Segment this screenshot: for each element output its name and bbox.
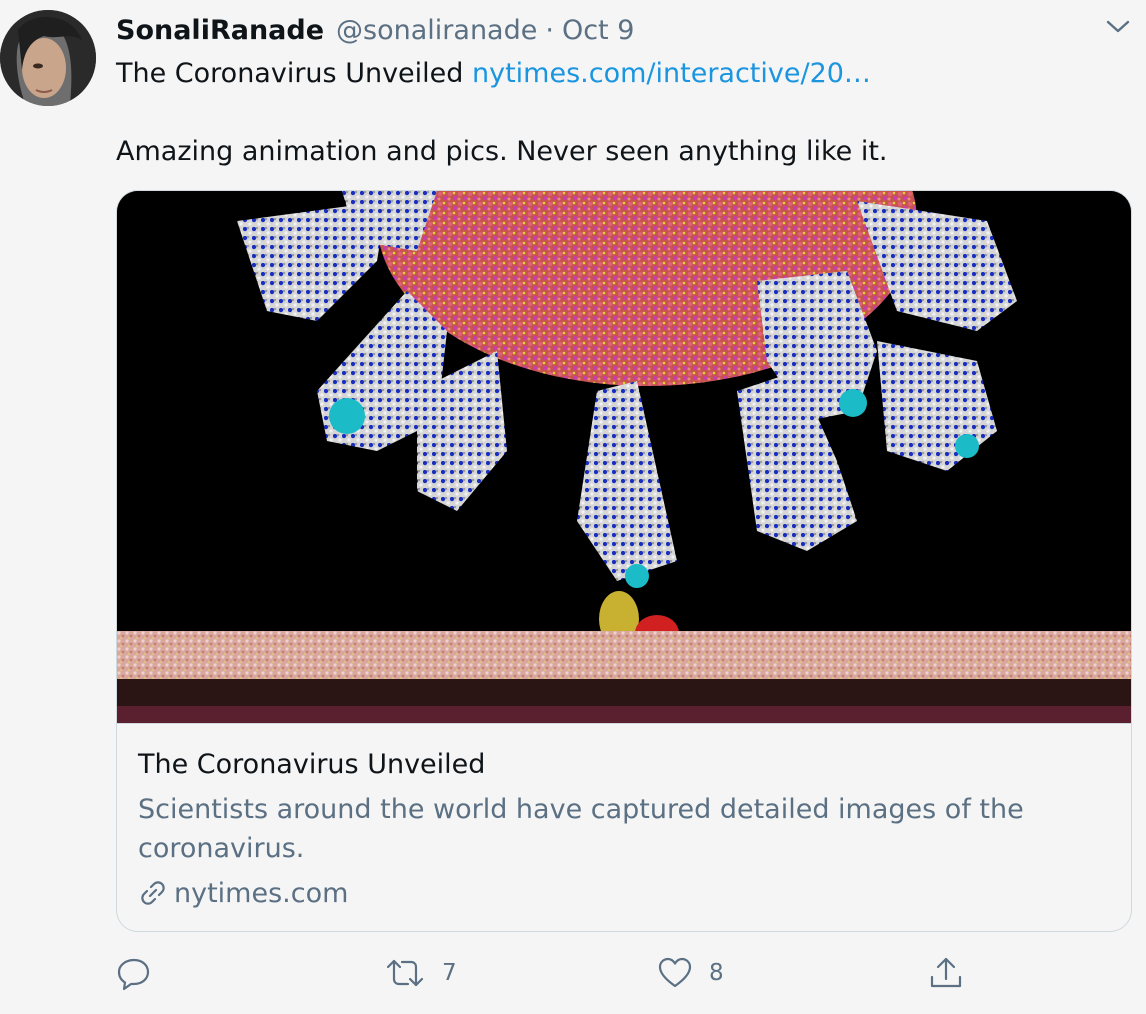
separator-dot: · [545, 15, 554, 46]
share-button[interactable] [928, 950, 964, 996]
avatar-image [0, 10, 96, 106]
reply-icon [117, 958, 150, 991]
share-icon [930, 957, 962, 988]
chevron-down-icon [1106, 20, 1130, 33]
retweet-button[interactable]: 7 [384, 950, 457, 996]
user-handle[interactable]: @sonaliranade [336, 14, 537, 48]
more-options-button[interactable] [1102, 14, 1134, 40]
card-domain: nytimes.com [138, 874, 348, 912]
tweet[interactable]: SonaliRanade @sonaliranade · Oct 9 The C… [0, 0, 1146, 1014]
tweet-header: SonaliRanade @sonaliranade · Oct 9 [116, 14, 634, 48]
like-button[interactable]: 8 [657, 950, 724, 996]
card-domain-text: nytimes.com [174, 877, 349, 909]
like-count: 8 [709, 960, 724, 986]
link-card[interactable]: The Coronavirus Unveiled Scientists arou… [116, 190, 1132, 932]
link-icon [138, 878, 168, 908]
coronavirus-illustration [117, 191, 1131, 723]
tweet-actions: 7 8 [0, 950, 1146, 996]
card-body[interactable]: The Coronavirus Unveiled Scientists arou… [117, 723, 1131, 931]
avatar[interactable] [0, 10, 96, 106]
tweet-date[interactable]: Oct 9 [562, 14, 634, 48]
card-image[interactable] [117, 191, 1131, 723]
card-description: Scientists around the world have capture… [138, 794, 1024, 864]
heart-icon [658, 957, 692, 988]
card-title: The Coronavirus Unveiled [138, 749, 486, 780]
retweet-icon [386, 959, 424, 987]
tweet-link[interactable]: nytimes.com/interactive/20… [472, 58, 871, 89]
reply-button[interactable] [116, 950, 152, 996]
tweet-text-prefix: The Coronavirus Unveiled [116, 58, 472, 89]
tweet-text-line-2: Amazing animation and pics. Never seen a… [116, 136, 888, 167]
tweet-text-line-1: The Coronavirus Unveiled nytimes.com/int… [116, 57, 871, 91]
retweet-count: 7 [442, 960, 457, 986]
display-name[interactable]: SonaliRanade [116, 14, 324, 48]
